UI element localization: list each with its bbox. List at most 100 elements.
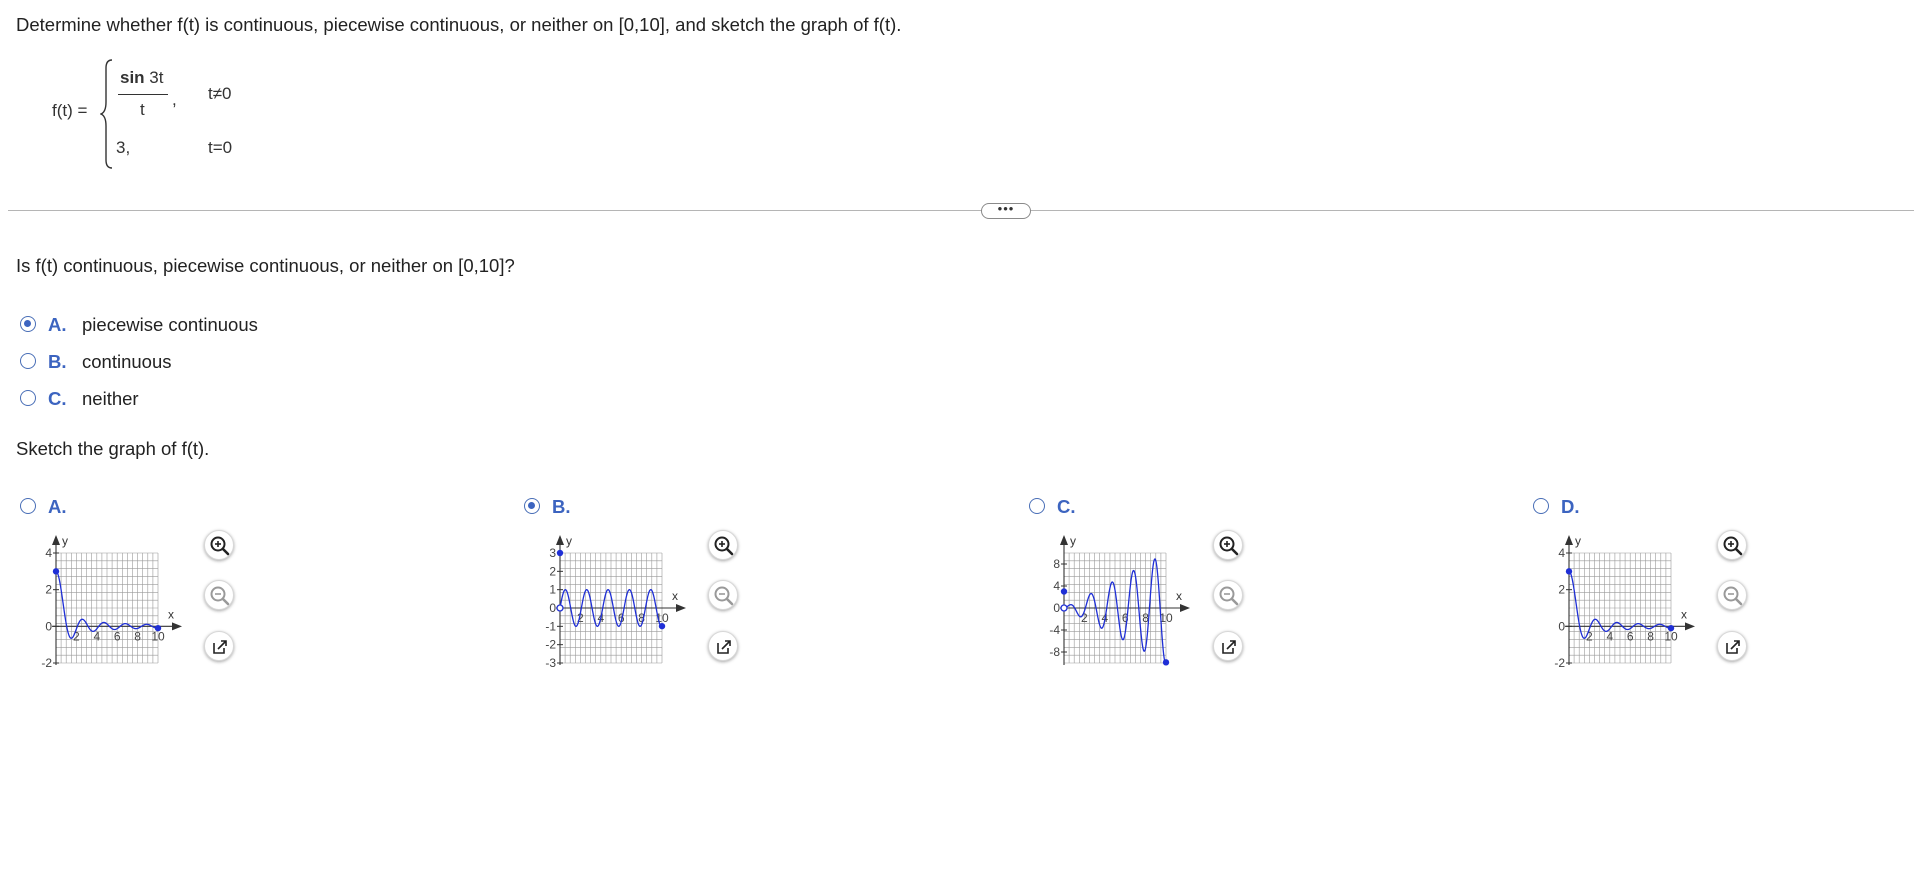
function-lhs: f(t) = bbox=[52, 101, 88, 120]
zoom-in-icon bbox=[714, 536, 734, 556]
y-tick-label: -8 bbox=[1049, 645, 1060, 659]
y-axis-arrow bbox=[556, 535, 564, 545]
radio-button[interactable] bbox=[1029, 498, 1045, 514]
y-axis-arrow bbox=[52, 535, 60, 545]
radio-button[interactable] bbox=[20, 390, 36, 406]
y-tick-label: 4 bbox=[45, 546, 52, 560]
zoom-out-icon bbox=[1723, 586, 1743, 606]
left-brace-icon bbox=[100, 59, 113, 169]
y-axis-arrow bbox=[1565, 535, 1573, 545]
closed-point bbox=[658, 622, 666, 630]
graph-a: xy2 4 6 8 10420-2 bbox=[41, 534, 182, 670]
graph-d: xy2 4 6 8 10420-2 bbox=[1554, 534, 1695, 670]
option-letter: D. bbox=[1561, 496, 1580, 517]
expand-more-button[interactable]: ••• bbox=[981, 202, 1031, 219]
case1-condition: t≠0 bbox=[208, 84, 232, 103]
x-axis-arrow bbox=[1180, 604, 1190, 612]
x-axis-label: x bbox=[1681, 607, 1687, 621]
x-tick-label: 2 bbox=[73, 629, 80, 643]
x-tick-label: 10 bbox=[151, 629, 165, 643]
graph-b: xy2 4 6 8 103210-1-2-3 bbox=[545, 534, 686, 670]
zoom-in-button[interactable] bbox=[204, 530, 234, 560]
x-axis-arrow bbox=[676, 604, 686, 612]
option-letter: C. bbox=[1057, 496, 1076, 517]
radio-button[interactable] bbox=[1533, 498, 1549, 514]
x-axis-label: x bbox=[1176, 589, 1182, 603]
x-axis-arrow bbox=[1685, 622, 1695, 631]
part1-question: Is f(t) continuous, piecewise continuous… bbox=[16, 255, 515, 276]
y-axis-label: y bbox=[566, 534, 572, 548]
option-letter: A. bbox=[48, 314, 67, 335]
zoom-in-icon bbox=[1219, 536, 1239, 556]
zoom-out-icon bbox=[714, 586, 734, 606]
x-tick-label: 8 bbox=[134, 629, 141, 643]
y-tick-label: 3 bbox=[549, 546, 556, 560]
open-graph-button[interactable] bbox=[1213, 631, 1243, 661]
open-graph-button[interactable] bbox=[1717, 631, 1747, 661]
option-text: neither bbox=[82, 388, 139, 409]
y-axis-arrow bbox=[1060, 535, 1068, 545]
y-tick-label: 1 bbox=[549, 583, 556, 597]
fraction-bar bbox=[118, 94, 168, 95]
y-tick-label: 2 bbox=[1558, 583, 1565, 597]
external-link-icon bbox=[1222, 640, 1236, 654]
y-tick-label: -4 bbox=[1049, 623, 1060, 637]
zoom-in-button[interactable] bbox=[708, 530, 738, 560]
y-tick-label: -1 bbox=[545, 619, 556, 633]
y-tick-label: 8 bbox=[1053, 557, 1060, 571]
section-divider bbox=[8, 210, 1914, 211]
radio-button[interactable] bbox=[20, 498, 36, 514]
radio-button-selected[interactable] bbox=[20, 316, 36, 332]
open-point bbox=[1060, 604, 1068, 612]
y-tick-label: 0 bbox=[1053, 601, 1060, 615]
external-link-icon bbox=[1726, 640, 1740, 654]
x-tick-label: 6 bbox=[1627, 629, 1634, 643]
zoom-out-button[interactable] bbox=[1717, 580, 1747, 610]
option-letter: C. bbox=[48, 388, 67, 409]
x-axis-label: x bbox=[672, 589, 678, 603]
option-letter: B. bbox=[552, 496, 571, 517]
x-tick-label: 6 bbox=[114, 629, 121, 643]
zoom-out-button[interactable] bbox=[1213, 580, 1243, 610]
radio-button[interactable] bbox=[20, 353, 36, 369]
y-tick-label: 2 bbox=[549, 564, 556, 578]
y-tick-label: 4 bbox=[1053, 579, 1060, 593]
external-link-icon bbox=[717, 640, 731, 654]
y-tick-label: 0 bbox=[45, 619, 52, 633]
zoom-out-button[interactable] bbox=[204, 580, 234, 610]
x-axis-label: x bbox=[168, 607, 174, 621]
graph-c: xy2 4 6 8 10840-4-8 bbox=[1049, 534, 1190, 666]
radio-button-selected[interactable] bbox=[524, 498, 540, 514]
closed-point bbox=[556, 549, 564, 557]
zoom-in-button[interactable] bbox=[1213, 530, 1243, 560]
y-tick-label: 2 bbox=[45, 583, 52, 597]
closed-point bbox=[1060, 588, 1068, 595]
y-tick-label: -2 bbox=[1554, 656, 1565, 670]
closed-point bbox=[52, 568, 60, 575]
y-axis-label: y bbox=[62, 534, 68, 548]
piecewise-function: f(t) = sin 3t t , t≠0 3, t=0 bbox=[50, 56, 260, 172]
case1-comma: , bbox=[172, 90, 177, 109]
external-link-icon bbox=[213, 640, 227, 654]
zoom-out-icon bbox=[210, 586, 230, 606]
case2-value: 3, bbox=[116, 138, 131, 157]
case1-denominator: t bbox=[140, 100, 145, 119]
case1-numerator-arg: 3t bbox=[144, 68, 164, 87]
closed-point bbox=[1667, 624, 1675, 632]
y-tick-label: -2 bbox=[545, 638, 556, 652]
zoom-in-button[interactable] bbox=[1717, 530, 1747, 560]
closed-point bbox=[1162, 659, 1170, 666]
zoom-out-icon bbox=[1219, 586, 1239, 606]
y-tick-label: -2 bbox=[41, 656, 52, 670]
x-tick-label: 2 bbox=[1586, 629, 1593, 643]
zoom-out-button[interactable] bbox=[708, 580, 738, 610]
option-letter: A. bbox=[48, 496, 67, 517]
x-tick-label: 10 bbox=[1664, 629, 1678, 643]
case1-numerator-sin: sin bbox=[120, 68, 145, 87]
open-graph-button[interactable] bbox=[708, 631, 738, 661]
option-text: piecewise continuous bbox=[82, 314, 258, 335]
case1-numerator: sin 3t bbox=[120, 68, 163, 88]
option-letter: B. bbox=[48, 351, 67, 372]
open-graph-button[interactable] bbox=[204, 631, 234, 661]
y-axis-label: y bbox=[1070, 534, 1076, 548]
